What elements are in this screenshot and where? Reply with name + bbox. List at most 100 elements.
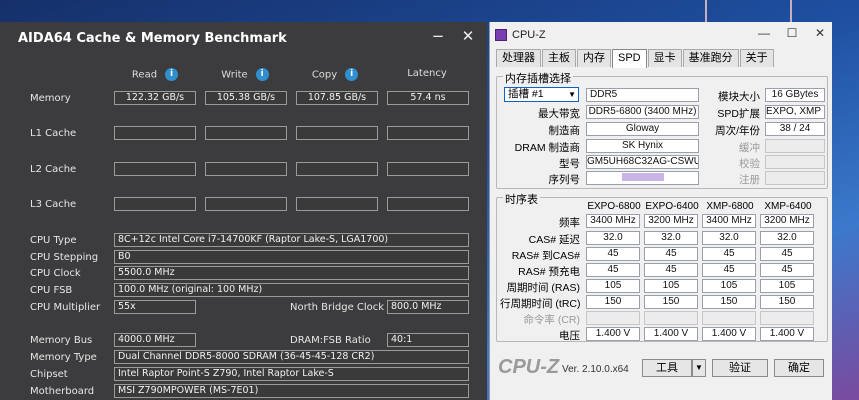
chipset-label: Chipset xyxy=(30,369,68,380)
chipset-value: Intel Raptor Point-S Z790, Intel Raptor … xyxy=(114,367,469,381)
close-button[interactable]: ✕ xyxy=(459,27,477,45)
l2-write-value xyxy=(205,162,287,176)
timing-row-label: 行周期时间 (tRC) xyxy=(500,298,581,310)
ok-button[interactable]: 确定 xyxy=(774,359,824,377)
tab-memory[interactable]: 内存 xyxy=(577,49,611,67)
serial-value xyxy=(586,171,699,185)
spd-ext-value: EXPO, XMP 3.0 xyxy=(765,105,825,119)
dram-fsb-label: DRAM:FSB Ratio xyxy=(290,335,371,346)
timing-row-label: CAS# 延迟 xyxy=(528,234,580,246)
l1-latency-value xyxy=(387,126,469,140)
minimize-button[interactable]: — xyxy=(756,26,772,40)
timing-cell: 105 xyxy=(586,279,640,293)
part-number-label: 型号 xyxy=(559,158,580,170)
tab-graphics[interactable]: 显卡 xyxy=(647,49,682,67)
cpu-multiplier-label: CPU Multiplier xyxy=(30,302,101,313)
memory-write-value: 105.38 GB/s xyxy=(205,91,287,105)
info-icon[interactable]: i xyxy=(345,68,359,81)
timing-cell xyxy=(586,311,640,325)
cpu-stepping-label: CPU Stepping xyxy=(30,252,99,263)
maximize-button[interactable]: ☐ xyxy=(784,26,800,40)
timing-row-label: 命令率 (CR) xyxy=(523,314,580,326)
memory-type-value: DDR5 xyxy=(586,88,699,102)
tools-button[interactable]: 工具 xyxy=(642,359,692,377)
timing-cell: 3400 MHz xyxy=(586,214,640,228)
timing-cell: 1.400 V xyxy=(702,327,756,341)
l1-copy-value xyxy=(296,126,378,140)
motherboard-label: Motherboard xyxy=(30,386,95,397)
l3-write-value xyxy=(205,197,287,211)
timing-row-label: RAS# 到CAS# xyxy=(511,250,580,262)
memory-type-label: Memory Type xyxy=(30,352,97,363)
memory-read-value: 122.32 GB/s xyxy=(114,91,196,105)
info-icon[interactable]: i xyxy=(165,68,179,81)
validate-button[interactable]: 验证 xyxy=(712,359,768,377)
tab-spd[interactable]: SPD xyxy=(612,49,647,68)
module-size-label: 模块大小 xyxy=(718,91,760,103)
aida64-window: AIDA64 Cache & Memory Benchmark − ✕ Read… xyxy=(0,22,487,400)
tab-bench[interactable]: 基准跑分 xyxy=(682,49,739,67)
timing-cell: 32.0 xyxy=(760,231,814,245)
memory-copy-value: 107.85 GB/s xyxy=(296,91,378,105)
timing-cell xyxy=(760,311,814,325)
buffered-label: 缓冲 xyxy=(739,142,760,154)
manufacturer-value: Gloway xyxy=(586,122,699,136)
registered-label: 注册 xyxy=(739,174,760,186)
timing-cell xyxy=(644,311,698,325)
memory-latency-value: 57.4 ns xyxy=(387,91,469,105)
timing-header: EXPO-6800 xyxy=(587,201,641,212)
tools-dropdown-button[interactable]: ▼ xyxy=(692,359,706,377)
tab-processor[interactable]: 处理器 xyxy=(496,49,541,67)
header-latency: Latency xyxy=(407,68,447,79)
timing-cell: 1.400 V xyxy=(760,327,814,341)
l3-read-value xyxy=(114,197,196,211)
part-number-value: GM5UH68C32AG-CSWURA xyxy=(586,155,699,169)
timing-cell: 45 xyxy=(702,263,756,277)
timing-cell: 105 xyxy=(702,279,756,293)
chevron-down-icon: ▼ xyxy=(568,90,576,99)
redacted-mask xyxy=(621,173,664,182)
row-label-l2: L2 Cache xyxy=(30,164,77,175)
week-year-label: 周次/年份 xyxy=(715,125,760,137)
cpu-stepping-value: B0 xyxy=(114,250,469,264)
l2-read-value xyxy=(114,162,196,176)
l3-latency-value xyxy=(387,197,469,211)
window-title: AIDA64 Cache & Memory Benchmark xyxy=(18,31,287,46)
timing-row-label: 频率 xyxy=(559,217,580,229)
timing-cell: 32.0 xyxy=(702,231,756,245)
l1-write-value xyxy=(205,126,287,140)
timing-cell: 150 xyxy=(760,295,814,309)
header-read: Read i xyxy=(120,68,190,81)
cpuz-app-icon xyxy=(495,29,507,41)
tab-mainboard[interactable]: 主板 xyxy=(542,49,576,67)
dram-fsb-value: 40:1 xyxy=(387,333,469,347)
header-write: Write i xyxy=(210,68,280,81)
l2-copy-value xyxy=(296,162,378,176)
tab-bar: 处理器 主板 内存 SPD 显卡 基准跑分 关于 xyxy=(496,49,775,68)
row-label-l1: L1 Cache xyxy=(30,128,77,139)
timing-row-label: 周期时间 (RAS) xyxy=(506,282,581,294)
cpu-fsb-label: CPU FSB xyxy=(30,285,73,296)
module-size-value: 16 GBytes xyxy=(765,88,825,102)
timing-cell: 32.0 xyxy=(586,231,640,245)
minimize-button[interactable]: − xyxy=(429,27,447,45)
timing-cell: 3200 MHz xyxy=(644,214,698,228)
tab-about[interactable]: 关于 xyxy=(739,49,774,67)
nb-clock-value: 800.0 MHz xyxy=(387,300,469,314)
timing-header: XMP-6800 xyxy=(706,201,754,212)
slot-select[interactable]: 插槽 #1 ▼ xyxy=(504,87,579,102)
timing-cell: 45 xyxy=(702,247,756,261)
timing-cell: 45 xyxy=(760,263,814,277)
memory-type-value: Dual Channel DDR5-8000 SDRAM (36-45-45-1… xyxy=(114,350,469,364)
close-button[interactable]: ✕ xyxy=(812,26,828,40)
timing-row-label: 电压 xyxy=(559,330,580,342)
timing-cell xyxy=(702,311,756,325)
timing-cell: 3400 MHz xyxy=(702,214,756,228)
timing-cell: 32.0 xyxy=(644,231,698,245)
info-icon[interactable]: i xyxy=(255,68,269,81)
week-year-value: 38 / 24 xyxy=(765,122,825,136)
timing-cell: 3200 MHz xyxy=(760,214,814,228)
timing-row-label: RAS# 预充电 xyxy=(518,266,580,278)
l1-read-value xyxy=(114,126,196,140)
cpuz-window: CPU-Z — ☐ ✕ 处理器 主板 内存 SPD 显卡 基准跑分 关于 内存插… xyxy=(489,22,832,400)
